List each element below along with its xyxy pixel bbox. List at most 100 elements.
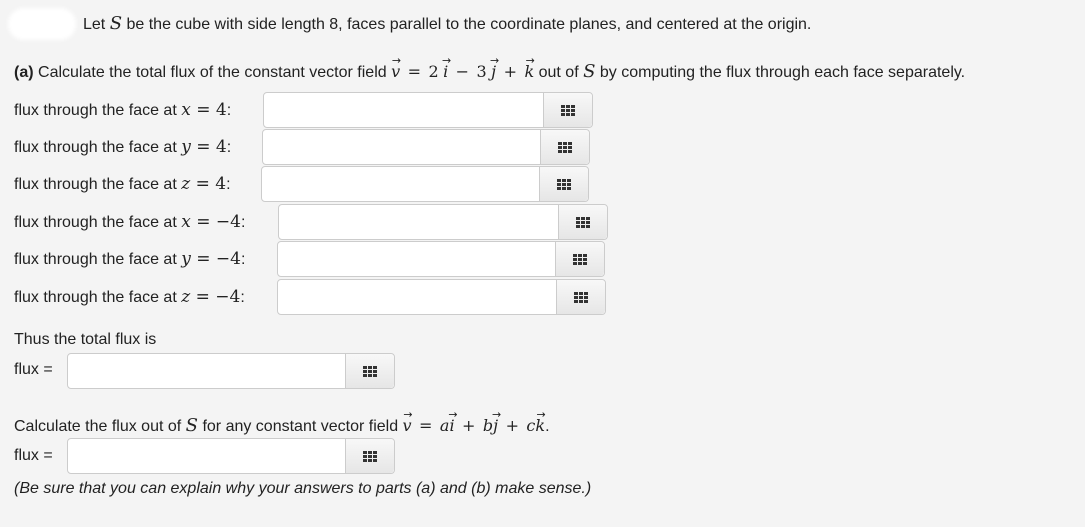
part-a-text: out of: [534, 64, 584, 81]
math-eq: =: [407, 62, 421, 81]
part-b-flux-keypad-button[interactable]: [345, 439, 394, 473]
face-label-text: flux through the face at: [14, 176, 182, 193]
keypad-grid-icon: [561, 104, 575, 116]
face-label: flux through the face at y = −4:: [14, 249, 245, 270]
part-a-label: (a): [14, 64, 34, 81]
math-val: −4: [215, 287, 241, 307]
math-eq: =: [190, 287, 216, 307]
math-eq: =: [190, 137, 216, 157]
face-flux-input[interactable]: [262, 167, 539, 201]
part-b-prompt: Calculate the flux out of S for any cons…: [14, 416, 550, 437]
math-j: j: [493, 416, 498, 436]
face-flux-keypad-button[interactable]: [556, 280, 605, 314]
face-label: flux through the face at z = 4:: [14, 174, 231, 195]
math-op: +: [462, 416, 476, 435]
keypad-grid-icon: [363, 365, 377, 377]
math-j: j: [491, 62, 496, 82]
total-flux-label: flux =: [14, 361, 53, 378]
part-b-flux-input[interactable]: [68, 439, 345, 473]
face-label: flux through the face at z = −4:: [14, 287, 245, 308]
keypad-grid-icon: [574, 291, 588, 303]
math-eq: =: [190, 100, 216, 120]
math-op: −: [455, 62, 470, 81]
math-var: z: [181, 287, 191, 307]
keypad-grid-icon: [576, 216, 590, 228]
math-S: S: [583, 61, 596, 82]
math-c: c: [526, 416, 536, 435]
face-flux-field: [278, 204, 608, 240]
math-coef: 2: [428, 62, 439, 81]
face-flux-input[interactable]: [264, 93, 543, 127]
face-label: flux through the face at x = 4:: [14, 100, 231, 121]
face-label-text: flux through the face at: [14, 102, 182, 119]
part-b-text: Calculate the flux out of: [14, 418, 186, 435]
colon: :: [240, 289, 245, 306]
math-val: 4: [215, 100, 227, 120]
math-k: k: [535, 416, 545, 436]
face-flux-field: [277, 279, 606, 315]
face-flux-keypad-button[interactable]: [558, 205, 607, 239]
part-a-text: Calculate the total flux of the constant…: [33, 64, 392, 81]
face-flux-keypad-button[interactable]: [543, 93, 592, 127]
math-S: S: [185, 415, 198, 436]
intro-text: Let S be the cube with side length 8, fa…: [83, 14, 811, 35]
keypad-grid-icon: [363, 450, 377, 462]
face-flux-keypad-button[interactable]: [540, 130, 589, 164]
math-var: z: [181, 174, 191, 194]
math-val: −4: [215, 249, 241, 269]
face-label-text: flux through the face at: [14, 251, 182, 268]
part-b-flux-field: [67, 438, 395, 474]
math-var: y: [181, 137, 191, 157]
colon: :: [226, 139, 232, 156]
math-op: +: [503, 62, 517, 81]
redacted-blob: [8, 8, 76, 40]
face-flux-field: [261, 166, 589, 202]
part-a-text: by computing the flux through each face …: [595, 64, 966, 81]
math-val: −4: [215, 212, 241, 232]
math-var: x: [181, 100, 191, 120]
face-flux-keypad-button[interactable]: [539, 167, 588, 201]
math-val: 4: [215, 174, 227, 194]
math-i: i: [449, 416, 454, 436]
face-label-text: flux through the face at: [14, 139, 182, 156]
colon: :: [226, 176, 231, 193]
math-eq: =: [190, 212, 216, 232]
math-k: k: [524, 62, 534, 82]
intro-suffix: be the cube with side length 8, faces pa…: [122, 16, 812, 33]
math-var: y: [181, 249, 191, 269]
math-val: 4: [215, 137, 227, 157]
colon: :: [240, 214, 246, 231]
total-flux-keypad-button[interactable]: [345, 354, 394, 388]
face-flux-field: [277, 241, 605, 277]
face-flux-field: [262, 129, 590, 165]
part-b-text: for any constant vector field: [198, 418, 403, 435]
math-v: v: [403, 416, 412, 436]
face-label-text: flux through the face at: [14, 214, 182, 231]
math-eq: =: [190, 174, 216, 194]
math-eq: =: [190, 249, 216, 269]
face-flux-keypad-button[interactable]: [555, 242, 604, 276]
colon: :: [226, 102, 232, 119]
face-flux-input[interactable]: [263, 130, 540, 164]
face-flux-input[interactable]: [278, 242, 555, 276]
face-flux-field: [263, 92, 593, 128]
face-flux-input[interactable]: [278, 280, 556, 314]
total-flux-field: [67, 353, 395, 389]
part-b-flux-label: flux =: [14, 447, 53, 464]
colon: :: [240, 251, 246, 268]
face-label: flux through the face at x = −4:: [14, 212, 245, 233]
note-text: (Be sure that you can explain why your a…: [14, 480, 592, 497]
face-label: flux through the face at y = 4:: [14, 137, 231, 158]
face-label-text: flux through the face at: [14, 289, 182, 306]
keypad-grid-icon: [557, 178, 571, 190]
math-var: x: [181, 212, 191, 232]
part-a-prompt: (a) Calculate the total flux of the cons…: [14, 62, 965, 83]
keypad-grid-icon: [558, 141, 572, 153]
keypad-grid-icon: [573, 253, 587, 265]
math-coef: 3: [476, 62, 487, 81]
math-eq: =: [419, 416, 433, 435]
face-flux-input[interactable]: [279, 205, 558, 239]
math-i: i: [443, 62, 448, 82]
total-flux-input[interactable]: [68, 354, 345, 388]
total-text: Thus the total flux is: [14, 331, 157, 348]
